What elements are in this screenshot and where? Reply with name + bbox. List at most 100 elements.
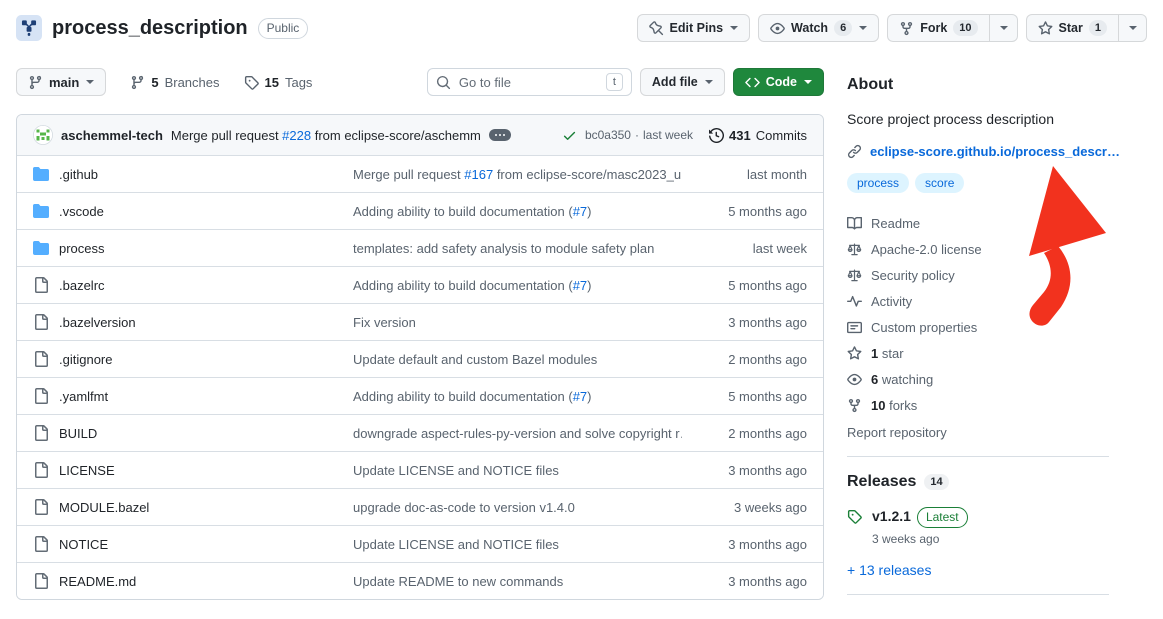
meta-count: 10 (871, 398, 885, 413)
topic-pill[interactable]: score (915, 173, 964, 193)
star-dropdown-button[interactable] (1119, 14, 1147, 42)
commit-date: last month (682, 167, 807, 182)
search-placeholder: Go to file (459, 75, 598, 90)
file-name-link[interactable]: .gitignore (59, 352, 112, 367)
commit-time: last week (643, 128, 693, 142)
file-name-link[interactable]: process (59, 241, 105, 256)
watch-button[interactable]: Watch 6 (758, 14, 879, 42)
commit-message-cell[interactable]: Adding ability to build documentation (#… (353, 204, 682, 219)
file-name-link[interactable]: BUILD (59, 426, 97, 441)
fork-dropdown-button[interactable] (990, 14, 1018, 42)
custom-properties-link[interactable]: Custom properties (847, 315, 1109, 341)
file-name-link[interactable]: .bazelversion (59, 315, 136, 330)
file-name-link[interactable]: MODULE.bazel (59, 500, 149, 515)
check-icon[interactable] (562, 128, 577, 143)
file-icon (33, 573, 49, 589)
header-actions: Edit Pins Watch 6 Fork 10 Star 1 (637, 14, 1147, 42)
file-row: .github Merge pull request #167 from ecl… (17, 155, 823, 192)
commit-message-cell[interactable]: Update LICENSE and NOTICE files (353, 537, 682, 552)
add-file-button[interactable]: Add file (640, 68, 725, 96)
commit-date: 3 months ago (682, 574, 807, 589)
forks-link[interactable]: 10 forks (847, 393, 1109, 419)
file-row: MODULE.bazel upgrade doc-as-code to vers… (17, 488, 823, 525)
branches-link[interactable]: 5 Branches (122, 75, 227, 90)
add-file-label: Add file (652, 75, 698, 89)
commit-history-link[interactable]: 431 Commits (709, 128, 807, 143)
pr-link[interactable]: #228 (282, 128, 311, 143)
file-icon (33, 462, 49, 478)
pr-link[interactable]: #167 (464, 167, 493, 182)
edit-pins-label: Edit Pins (670, 21, 723, 35)
git-branch-icon (130, 75, 145, 90)
fork-label: Fork (920, 21, 947, 35)
file-name-link[interactable]: LICENSE (59, 463, 115, 478)
fork-button[interactable]: Fork 10 (887, 14, 989, 42)
security-policy-link[interactable]: Security policy (847, 263, 1109, 289)
edit-pins-button[interactable]: Edit Pins (637, 14, 750, 42)
go-to-file-input[interactable]: Go to file t (427, 68, 632, 96)
commit-message-cell[interactable]: Update default and custom Bazel modules (353, 352, 682, 367)
code-button[interactable]: Code (733, 68, 824, 96)
file-name-link[interactable]: NOTICE (59, 537, 108, 552)
commit-message[interactable]: Merge pull request #228 from eclipse-sco… (171, 128, 481, 143)
commit-message-cell[interactable]: Adding ability to build documentation (#… (353, 278, 682, 293)
pr-link[interactable]: #7 (573, 204, 587, 219)
divider (847, 456, 1109, 457)
commit-message-cell[interactable]: downgrade aspect-rules-py-version and so… (353, 426, 682, 441)
law-icon (847, 268, 862, 283)
commit-message-cell[interactable]: templates: add safety analysis to module… (353, 241, 682, 256)
branches-count: 5 (151, 75, 158, 90)
file-name-link[interactable]: .yamlfmt (59, 389, 108, 404)
file-row: .vscode Adding ability to build document… (17, 192, 823, 229)
license-link[interactable]: Apache-2.0 license (847, 237, 1109, 263)
watchers-link[interactable]: 6 watching (847, 367, 1109, 393)
commit-sha[interactable]: bc0a350 (585, 128, 631, 142)
file-name-link[interactable]: README.md (59, 574, 136, 589)
commit-sha-time[interactable]: bc0a350 · last week (585, 128, 693, 142)
release-version[interactable]: v1.2.1 (872, 508, 911, 524)
file-row: LICENSE Update LICENSE and NOTICE files … (17, 451, 823, 488)
commit-message-cell[interactable]: Merge pull request #167 from eclipse-sco… (353, 167, 682, 182)
commit-date: 5 months ago (682, 389, 807, 404)
file-name-link[interactable]: .vscode (59, 204, 104, 219)
chevron-down-icon (804, 80, 812, 84)
expand-commit-message-button[interactable] (489, 129, 511, 141)
commit-message-cell[interactable]: Adding ability to build documentation (#… (353, 389, 682, 404)
file-name-link[interactable]: .github (59, 167, 98, 182)
file-icon (33, 277, 49, 293)
commit-message-cell[interactable]: Update README to new commands (353, 574, 682, 589)
commit-date: 3 weeks ago (682, 500, 807, 515)
avatar-identicon (33, 125, 53, 145)
history-icon (709, 128, 724, 143)
topic-pill[interactable]: process (847, 173, 909, 193)
commit-message-cell[interactable]: upgrade doc-as-code to version v1.4.0 (353, 500, 682, 515)
report-repository-link[interactable]: Report repository (847, 425, 1109, 440)
star-label: Star (1059, 21, 1083, 35)
latest-release[interactable]: v1.2.1Latest 3 weeks ago (847, 507, 1109, 546)
website-link[interactable]: eclipse-score.github.io/process_descr… (870, 144, 1120, 159)
star-button[interactable]: Star 1 (1026, 14, 1119, 42)
book-icon (847, 216, 862, 231)
file-name-link[interactable]: .bazelrc (59, 278, 105, 293)
code-icon (745, 75, 760, 90)
stargazers-link[interactable]: 1 star (847, 341, 1109, 367)
commit-author[interactable]: aschemmel-tech (61, 128, 163, 143)
repo-name[interactable]: process_description (52, 17, 248, 40)
pr-link[interactable]: #7 (573, 278, 587, 293)
org-avatar[interactable] (16, 15, 42, 41)
branches-label: Branches (165, 75, 220, 90)
commits-label: Commits (756, 128, 807, 143)
main-column: main 5 Branches 15 Tags Go to file t (16, 68, 824, 611)
releases-heading[interactable]: Releases (847, 473, 916, 491)
commit-date: 2 months ago (682, 352, 807, 367)
commit-message-cell[interactable]: Fix version (353, 315, 682, 330)
commit-message-cell[interactable]: Update LICENSE and NOTICE files (353, 463, 682, 478)
activity-link[interactable]: Activity (847, 289, 1109, 315)
readme-link[interactable]: Readme (847, 211, 1109, 237)
branch-selector[interactable]: main (16, 68, 106, 96)
tags-link[interactable]: 15 Tags (236, 75, 321, 90)
commit-author-avatar[interactable] (33, 125, 53, 145)
watch-count: 6 (834, 20, 852, 36)
more-releases-link[interactable]: + 13 releases (847, 562, 1109, 578)
pr-link[interactable]: #7 (573, 389, 587, 404)
